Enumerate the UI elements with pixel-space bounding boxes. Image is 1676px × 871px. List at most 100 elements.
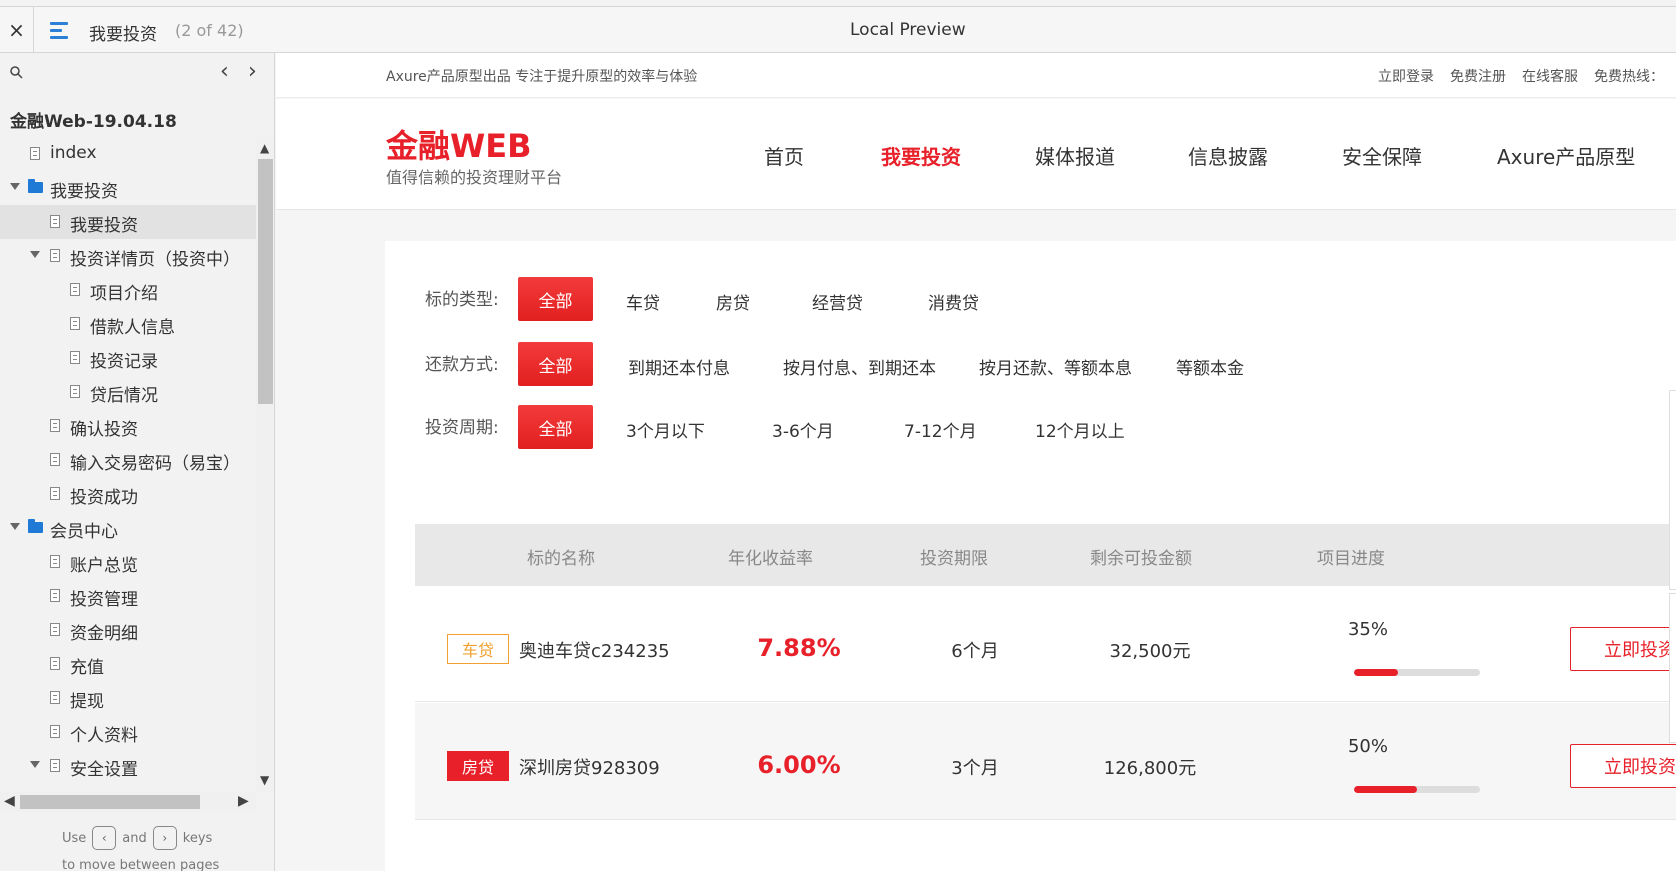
horizontal-scrollbar[interactable]: ◀ ▶ (0, 792, 256, 812)
sitemap-item[interactable]: 投资成功 (0, 477, 256, 511)
site-tagline: 值得信赖的投资理财平台 (386, 168, 563, 187)
filter-option[interactable]: 7-12个月 (904, 417, 977, 442)
scroll-left-icon[interactable]: ◀ (4, 793, 15, 809)
sitemap-item[interactable]: 我要投资 (0, 205, 256, 239)
page-icon (50, 487, 60, 500)
filter-option[interactable]: 消费贷 (928, 289, 979, 314)
expand-arrow-icon[interactable] (30, 251, 40, 258)
sitemap-item[interactable]: 借款人信息 (0, 307, 256, 341)
page-icon (70, 351, 80, 364)
filter-option[interactable]: 3-6个月 (772, 417, 834, 442)
filter-option[interactable]: 按月还款、等额本息 (979, 354, 1132, 379)
sitemap-item[interactable]: 确认投资 (0, 409, 256, 443)
scroll-down-icon[interactable]: ▼ (260, 773, 269, 787)
nav-item[interactable]: 媒体报道 (1035, 141, 1115, 170)
page-icon (50, 215, 60, 228)
filter-option[interactable]: 到期还本付息 (628, 354, 730, 379)
login-link[interactable]: 立即登录 (1378, 66, 1434, 86)
nav-item[interactable]: 安全保障 (1342, 141, 1422, 170)
sitemap-sidebar: ‹ › 金融Web-19.04.18 index 我要投资 我要投资 投资详情页（投资… (0, 53, 275, 871)
progress-bar (1354, 786, 1480, 793)
scroll-thumb-horizontal[interactable] (20, 795, 200, 809)
side-panel-box (1669, 593, 1676, 743)
page-icon (50, 725, 60, 738)
sitemap-item[interactable]: 个人资料 (0, 715, 256, 749)
next-page-icon[interactable]: › (248, 59, 257, 84)
filter-option[interactable]: 等额本金 (1176, 354, 1244, 379)
page-icon (50, 419, 60, 432)
hint-and: and (122, 830, 147, 846)
filter-row: 标的类型: 全部 车贷 房贷 经营贷 消费贷 (385, 277, 1676, 321)
filter-row: 投资周期: 全部 3个月以下 3-6个月 7-12个月 12个月以上 (385, 405, 1676, 449)
filter-option[interactable]: 12个月以上 (1035, 417, 1125, 442)
customer-service-link[interactable]: 在线客服 (1522, 66, 1578, 86)
scroll-right-icon[interactable]: ▶ (238, 793, 249, 809)
sitemap-item[interactable]: 我要投资 (0, 171, 256, 205)
scroll-up-icon[interactable]: ▲ (260, 141, 269, 155)
sitemap-item-label: 我要投资 (70, 216, 138, 236)
vertical-scrollbar[interactable]: ▲ ▼ (256, 137, 274, 792)
hint-keys: keys (182, 830, 213, 846)
remaining-amount: 32,500元 (1109, 641, 1191, 662)
filter-all-button[interactable]: 全部 (518, 342, 593, 386)
filter-all-button[interactable]: 全部 (518, 277, 593, 321)
preview-toolbar: × 我要投资 (2 of 42) Local Preview (0, 6, 1676, 53)
invest-period: 6个月 (951, 641, 999, 662)
sitemap-item[interactable]: 充值 (0, 647, 256, 681)
site-slogan: Axure产品原型出品 专注于提升原型的效率与体验 (386, 69, 698, 85)
sitemap-item[interactable]: 安全设置 (0, 749, 256, 783)
filter-option[interactable]: 房贷 (716, 289, 750, 314)
sitemap-tools: ‹ › (0, 53, 274, 91)
loan-name[interactable]: 深圳房贷928309 (519, 754, 660, 780)
utility-links: 立即登录 免费注册 在线客服 免费热线： (1378, 66, 1676, 86)
sitemap-item[interactable]: 资金明细 (0, 613, 256, 647)
folder-icon (28, 519, 43, 533)
page-icon (50, 623, 60, 636)
invest-now-button[interactable]: 立即投资 (1570, 627, 1676, 671)
filter-label: 标的类型: (425, 290, 499, 310)
nav-item[interactable]: 我要投资 (881, 141, 961, 170)
register-link[interactable]: 免费注册 (1450, 66, 1506, 86)
preview-title: Local Preview (850, 20, 966, 40)
filter-option[interactable]: 按月付息、到期还本 (783, 354, 936, 379)
nav-item[interactable]: 首页 (764, 141, 804, 170)
page-icon (50, 657, 60, 670)
invest-now-button[interactable]: 立即投资 (1570, 744, 1676, 788)
site-logo[interactable]: 金融WEB (386, 121, 532, 167)
sitemap-item[interactable]: 输入交易密码（易宝） (0, 443, 256, 477)
scroll-thumb[interactable] (258, 159, 273, 404)
sitemap-item[interactable]: 投资详情页（投资中） (0, 239, 256, 273)
sitemap-item[interactable]: 会员中心 (0, 511, 256, 545)
loan-name[interactable]: 奥迪车贷c234235 (519, 637, 670, 663)
header-rate: 年化收益率 (728, 549, 813, 569)
expand-arrow-icon[interactable] (30, 761, 40, 768)
filter-all-button[interactable]: 全部 (518, 405, 593, 449)
page-icon (50, 691, 60, 704)
sitemap-menu-icon[interactable] (50, 19, 74, 41)
search-icon[interactable] (10, 66, 23, 79)
close-icon[interactable]: × (0, 7, 34, 52)
project-name: 金融Web-19.04.18 (10, 112, 177, 132)
nav-item[interactable]: 信息披露 (1188, 141, 1268, 170)
filter-option[interactable]: 车贷 (626, 289, 660, 314)
invest-panel: 标的类型: 全部 车贷 房贷 经营贷 消费贷 还款方式: 全部 到期还本付息 按月付息、到期还本按… (385, 241, 1676, 871)
sitemap-item[interactable]: 账户总览 (0, 545, 256, 579)
sitemap-item[interactable]: 投资管理 (0, 579, 256, 613)
filter-option[interactable]: 经营贷 (812, 289, 863, 314)
sitemap-item[interactable]: 提现 (0, 681, 256, 715)
sitemap-item[interactable]: 投资记录 (0, 341, 256, 375)
previous-page-icon[interactable]: ‹ (220, 59, 229, 84)
header-progress: 项目进度 (1317, 549, 1385, 569)
expand-arrow-icon[interactable] (10, 183, 20, 190)
page-icon (50, 759, 60, 772)
sitemap-item[interactable]: 贷后情况 (0, 375, 256, 409)
nav-item[interactable]: Axure产品原型 (1497, 141, 1635, 170)
sitemap-item[interactable]: 项目介绍 (0, 273, 256, 307)
sitemap-item-label: 充值 (70, 658, 104, 678)
sitemap-item[interactable]: index (0, 137, 256, 171)
sitemap-item-label: 提现 (70, 692, 104, 712)
expand-arrow-icon[interactable] (10, 523, 20, 530)
utility-bar: Axure产品原型出品 专注于提升原型的效率与体验 立即登录 免费注册 在线客服… (276, 53, 1676, 98)
table-row: 车贷 奥迪车贷c234235 7.88% 6个月 32,500元 35% 立即投资 (415, 586, 1676, 702)
filter-option[interactable]: 3个月以下 (626, 417, 705, 442)
